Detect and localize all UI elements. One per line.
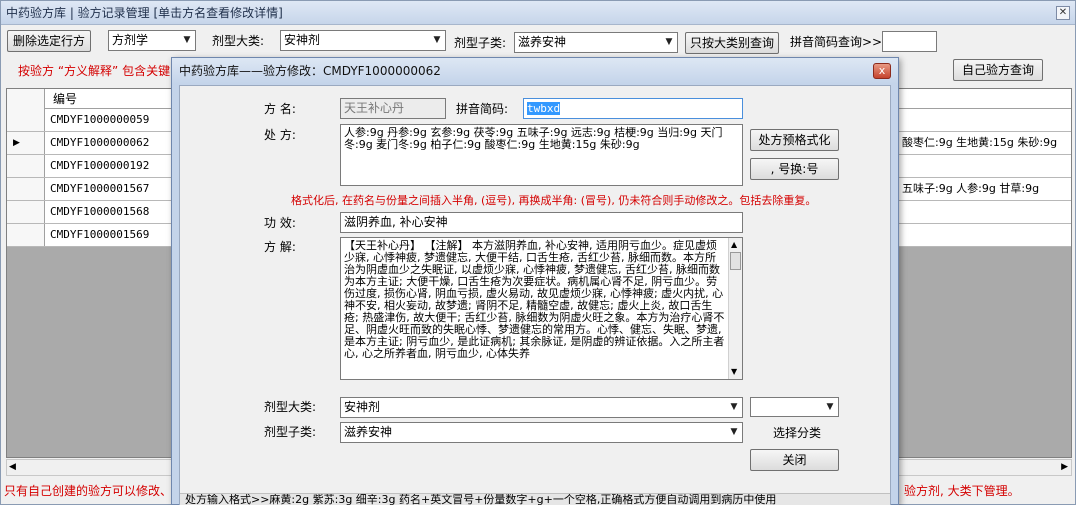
dialog-minor-type-label: 剂型子类: [264, 425, 317, 439]
row-prescription-cell[interactable] [902, 155, 1071, 177]
dialog-minor-type-value: 滋养安神 [344, 425, 393, 439]
prescription-label: 处 方: [264, 128, 296, 142]
name-label: 方 名: [264, 102, 296, 116]
minor-type-select-value: 滋养安神 [518, 35, 567, 49]
explanation-label: 方 解: [264, 240, 296, 254]
explanation-scrollbar[interactable]: ▲ ▼ [728, 238, 742, 379]
row-id-cell[interactable]: CMDYF1000000192 [46, 155, 178, 177]
effect-label: 功 效: [264, 216, 296, 230]
current-row-arrow-icon: ▶ [7, 132, 45, 154]
preformat-button[interactable]: 处方预格式化 [750, 129, 839, 151]
pinyin-label: 拼音简码: [456, 102, 509, 116]
scroll-up-icon[interactable]: ▲ [731, 239, 737, 251]
row-prescription-cell[interactable] [902, 224, 1071, 246]
major-type-select[interactable]: 安神剂 ▼ [280, 30, 446, 51]
row-id-cell[interactable]: CMDYF1000000059 [46, 109, 178, 131]
format-note: 格式化后, 在药名与份量之间插入半角, (逗号), 再换成半角: (冒号), 仍… [291, 194, 817, 207]
minor-type-label: 剂型子类: [454, 36, 507, 50]
dialog-title: 中药验方库——验方修改：CMDYF1000000062 [179, 64, 441, 78]
chevron-down-icon: ▼ [730, 402, 738, 412]
replace-comma-button[interactable]: , 号换:号 [750, 158, 839, 180]
dialog-body: 方 名: 天王补心丹 拼音简码: twbxd 处 方: 人参:9g 丹参:9g … [179, 85, 891, 505]
dialog-major-type-value: 安神剂 [344, 400, 381, 414]
category-select-value: 方剂学 [112, 33, 149, 47]
chevron-down-icon: ▼ [826, 402, 834, 412]
row-prescription-cell[interactable]: 酸枣仁:9g 生地黄:15g 朱砂:9g [902, 132, 1071, 154]
category-select[interactable]: 方剂学 ▼ [108, 30, 196, 51]
dialog-minor-type-select[interactable]: 滋养安神 ▼ [340, 422, 743, 443]
main-close-icon[interactable]: ✕ [1056, 6, 1070, 20]
dialog-major-type-label: 剂型大类: [264, 400, 317, 414]
extra-classification-select[interactable]: ▼ [750, 397, 839, 417]
effect-field[interactable]: 滋阴养血, 补心安神 [340, 212, 743, 233]
prescription-textarea[interactable]: 人参:9g 丹参:9g 玄参:9g 茯苓:9g 五味子:9g 远志:9g 桔梗:… [340, 124, 743, 186]
row-header[interactable] [7, 109, 45, 131]
major-type-select-value: 安神剂 [284, 33, 321, 47]
row-id-cell[interactable]: CMDYF1000000062 [46, 132, 178, 154]
pinyin-query-input[interactable] [882, 31, 937, 52]
pinyin-field[interactable]: twbxd [523, 98, 743, 119]
main-title-bar: 中药验方库 | 验方记录管理 [单击方名查看修改详情] [1, 1, 1075, 25]
pinyin-query-label: 拼音简码查询>> [790, 35, 883, 49]
major-type-label: 剂型大类: [212, 34, 265, 48]
minor-type-select[interactable]: 滋养安神 ▼ [514, 32, 678, 53]
choose-classification-label: 选择分类 [773, 426, 822, 440]
column-header-id[interactable]: 编号 [46, 89, 178, 109]
main-title: 中药验方库 | 验方记录管理 [单击方名查看修改详情] [6, 6, 283, 20]
pinyin-field-value: twbxd [527, 102, 561, 115]
chevron-down-icon: ▼ [183, 35, 191, 45]
row-header[interactable] [7, 224, 45, 246]
chevron-down-icon: ▼ [665, 37, 673, 47]
dialog-title-bar[interactable]: 中药验方库——验方修改：CMDYF1000000062 [172, 58, 898, 84]
row-header[interactable] [7, 155, 45, 177]
row-id-cell[interactable]: CMDYF1000001569 [46, 224, 178, 246]
row-prescription-cell[interactable]: 五味子:9g 人参:9g 甘草:9g [902, 178, 1071, 200]
bottom-right-note: 验方剂, 大类下管理。 [904, 484, 1020, 498]
scroll-down-icon[interactable]: ▼ [731, 366, 737, 378]
edit-prescription-dialog: 中药验方库——验方修改：CMDYF1000000062 x 方 名: 天王补心丹… [171, 57, 899, 505]
scroll-left-icon[interactable]: ◀ [9, 462, 16, 472]
close-dialog-button[interactable]: 关闭 [750, 449, 839, 471]
dialog-close-icon[interactable]: x [873, 63, 891, 79]
row-id-cell[interactable]: CMDYF1000001567 [46, 178, 178, 200]
row-prescription-cell[interactable] [902, 201, 1071, 223]
my-prescription-query-button[interactable]: 自己验方查询 [953, 59, 1043, 81]
dialog-major-type-select[interactable]: 安神剂 ▼ [340, 397, 743, 418]
name-field[interactable]: 天王补心丹 [340, 98, 446, 119]
scroll-thumb[interactable] [730, 252, 741, 270]
row-prescription-cell[interactable] [902, 109, 1071, 131]
dialog-status-bar: 处方输入格式>>麻黄:2g 紫苏:3g 细辛:3g 药名+英文冒号+份量数字+g… [180, 493, 890, 505]
chevron-down-icon: ▼ [433, 35, 441, 45]
delete-selected-button[interactable]: 删除选定行方 [7, 30, 91, 52]
scroll-right-icon[interactable]: ▶ [1061, 462, 1068, 472]
row-header[interactable] [7, 201, 45, 223]
grid-corner [7, 89, 45, 109]
row-header[interactable] [7, 178, 45, 200]
keyword-hint: 按验方 “方义解释” 包含关键 [18, 64, 171, 78]
chevron-down-icon: ▼ [730, 427, 738, 437]
explanation-text: 【天王补心丹】 【注解】 本方滋阴养血, 补心安神, 适用阴亏血少。症见虚烦少寐… [344, 239, 725, 360]
explanation-textarea[interactable]: 【天王补心丹】 【注解】 本方滋阴养血, 补心安神, 适用阴亏血少。症见虚烦少寐… [340, 237, 743, 380]
query-major-only-button[interactable]: 只按大类别查询 [685, 32, 779, 54]
bottom-left-note: 只有自己创建的验方可以修改、 [4, 484, 173, 498]
row-id-cell[interactable]: CMDYF1000001568 [46, 201, 178, 223]
